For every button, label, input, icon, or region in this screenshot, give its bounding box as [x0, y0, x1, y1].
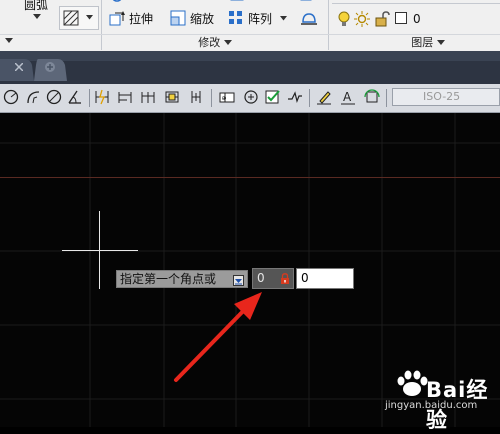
dim-update-icon[interactable] [364, 89, 380, 105]
inspect-icon[interactable] [265, 89, 281, 105]
lightbulb-icon[interactable] [338, 11, 350, 27]
layer-name[interactable]: 0 [413, 11, 421, 27]
svg-text:⊕: ⊕ [222, 95, 227, 102]
scale-icon [170, 10, 186, 26]
watermark-url: jingyan.baidu.com [385, 400, 478, 411]
file-tabs [0, 59, 67, 81]
tolerance-icon[interactable]: ⊕ [219, 89, 235, 105]
jogged-linear-icon[interactable] [287, 89, 303, 105]
panel-divider [328, 0, 329, 50]
layer-row-divider [332, 3, 500, 4]
modify-panel-dropdown-icon [223, 40, 232, 45]
file-tab-strip-lower [0, 61, 500, 84]
new-tab-icon[interactable] [44, 61, 56, 73]
dim-baseline-icon[interactable] [117, 89, 133, 105]
options-arrow-icon[interactable] [233, 275, 244, 286]
arc-tool-label[interactable]: 圆弧 [24, 0, 48, 13]
array-button[interactable]: 阵列 [248, 11, 272, 27]
y-coordinate-field[interactable]: 0 [296, 268, 354, 289]
toolbar-separator [309, 89, 310, 107]
toolbar-separator [386, 89, 387, 107]
stretch-icon [109, 11, 125, 26]
hatch-icon [63, 10, 79, 26]
layer-panel-title: 图层 [411, 36, 434, 49]
hatch-button[interactable] [59, 6, 99, 30]
dim-text-edit-icon[interactable]: A [340, 89, 356, 105]
toolbar-separator [89, 89, 90, 107]
dim-continue-icon[interactable] [140, 89, 156, 105]
array-dropdown-icon[interactable] [280, 16, 287, 21]
dim-edit-icon[interactable] [316, 89, 332, 105]
dim-jogged-icon[interactable] [25, 89, 41, 105]
x-coordinate-value: 0 [257, 271, 265, 285]
offset-icon[interactable] [300, 0, 314, 3]
toolbar-separator [211, 89, 212, 107]
x-coordinate-field[interactable]: 0 [252, 268, 294, 289]
draw-panel-dropdown-icon[interactable] [5, 38, 13, 44]
sun-icon[interactable] [354, 11, 370, 27]
stretch-button[interactable]: 拉伸 [129, 11, 153, 27]
panel-divider [101, 0, 102, 50]
dim-diameter-icon[interactable] [46, 89, 62, 105]
scale-button[interactable]: 缩放 [190, 11, 214, 27]
svg-text:A: A [343, 90, 352, 104]
lock-icon[interactable] [280, 273, 290, 285]
annotation-arrow [174, 292, 262, 382]
mirror-icon[interactable] [230, 0, 244, 4]
arc-dropdown-icon[interactable] [33, 14, 41, 20]
quick-dim-icon[interactable] [94, 89, 110, 105]
array-icon [229, 11, 242, 24]
dim-radius-icon[interactable] [3, 89, 19, 105]
layer-panel-dropdown-icon [436, 40, 445, 45]
dim-space-icon[interactable] [164, 89, 180, 105]
match-properties-icon[interactable] [299, 8, 319, 28]
close-tab-icon[interactable] [15, 63, 23, 71]
dim-style-dropdown[interactable]: ISO-25 [392, 88, 500, 106]
ribbon: 圆弧 拉伸 缩放 阵列 修改 0 图层 [0, 0, 500, 52]
layer-color-swatch[interactable] [395, 12, 407, 24]
command-prompt-tooltip: 指定第一个角点或 [116, 270, 248, 288]
modify-panel-title: 修改 [198, 36, 221, 49]
layer-panel-label[interactable]: 图层 [398, 36, 458, 50]
dim-angular-icon[interactable] [67, 89, 83, 105]
unlock-icon[interactable] [374, 11, 390, 27]
hatch-dropdown-icon [86, 15, 93, 20]
copy-icon[interactable] [109, 0, 125, 4]
baidu-paw-logo [397, 370, 428, 396]
ribbon-label-divider [0, 34, 500, 35]
modify-panel-label[interactable]: 修改 [190, 36, 240, 50]
center-mark-icon[interactable] [243, 89, 259, 105]
dim-break-icon[interactable] [188, 89, 204, 105]
